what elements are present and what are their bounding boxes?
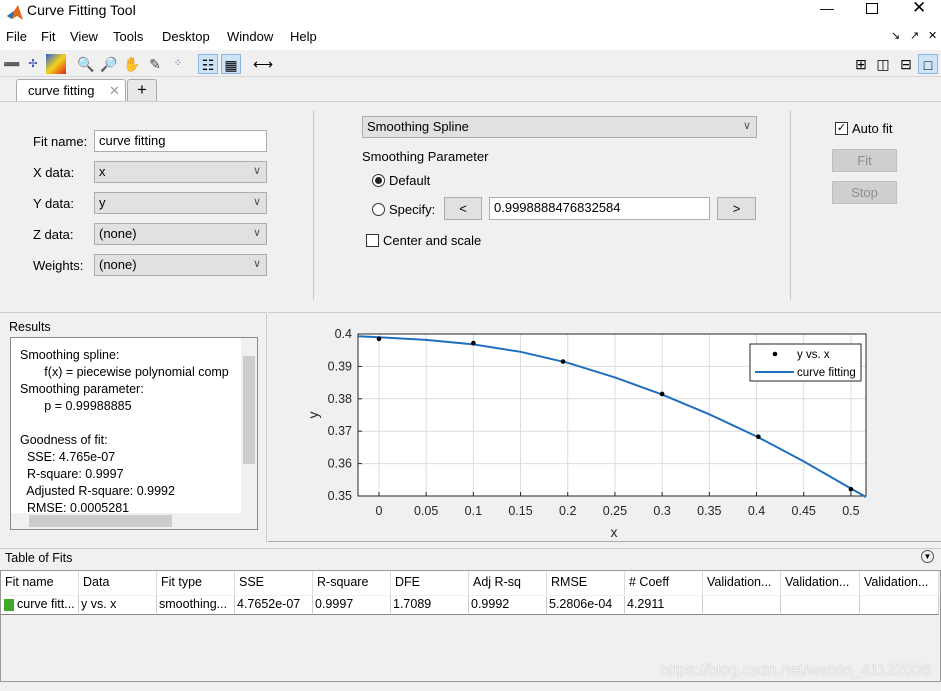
table-cell[interactable]: smoothing... <box>157 596 235 615</box>
cell-text: 1.7089 <box>393 597 432 611</box>
column-header[interactable]: RMSE <box>547 571 625 595</box>
legend-label: curve fitting <box>797 367 856 379</box>
x-tick-label: 0.4 <box>748 504 765 518</box>
cell-text: 0.9992 <box>471 597 510 611</box>
column-header[interactable]: Validation... <box>860 571 939 595</box>
cell-text: 0.9997 <box>315 597 354 611</box>
table-cell[interactable] <box>781 596 860 615</box>
table-cell[interactable]: 5.2806e-04 <box>547 596 625 615</box>
column-header[interactable]: Validation... <box>703 571 781 595</box>
x-tick-label: 0.2 <box>559 504 576 518</box>
x-tick-label: 0.35 <box>697 504 721 518</box>
fit-color-swatch <box>4 599 14 611</box>
data-point <box>560 359 566 364</box>
x-tick-label: 0.1 <box>465 504 482 518</box>
y-tick-label: 0.35 <box>328 489 352 503</box>
cell-text: curve fitt... <box>17 597 75 611</box>
x-tick-label: 0.05 <box>414 504 438 518</box>
table-cell[interactable] <box>703 596 781 615</box>
column-header[interactable]: Validation... <box>781 571 860 595</box>
table-cell[interactable]: y vs. x <box>79 596 157 615</box>
y-tick-label: 0.36 <box>328 457 352 471</box>
column-header[interactable]: Data <box>79 571 157 595</box>
data-point <box>471 340 476 346</box>
table-title: Table of Fits <box>5 551 73 565</box>
y-tick-label: 0.38 <box>328 392 352 406</box>
table-of-fits-header: Table of Fits ▼ <box>0 548 941 568</box>
cell-text: 4.2911 <box>627 597 665 611</box>
data-point <box>848 486 854 492</box>
x-tick-label: 0 <box>375 504 382 518</box>
table-cell[interactable]: 0.9992 <box>469 596 547 615</box>
column-header[interactable]: SSE <box>235 571 313 595</box>
table-cell[interactable]: 1.7089 <box>391 596 469 615</box>
y-tick-label: 0.39 <box>328 359 352 373</box>
cell-text: 4.7652e-07 <box>237 597 301 611</box>
legend-marker <box>772 351 778 357</box>
legend-label: y vs. x <box>797 349 830 361</box>
x-tick-label: 0.25 <box>603 504 627 518</box>
table-cell[interactable]: 4.7652e-07 <box>235 596 313 615</box>
data-point <box>756 434 761 440</box>
data-point <box>659 391 665 397</box>
x-tick-label: 0.5 <box>842 504 859 518</box>
cell-text: smoothing... <box>159 597 228 611</box>
table-cell[interactable]: 4.2911 <box>625 596 703 615</box>
cell-text: 5.2806e-04 <box>549 597 613 611</box>
x-axis-label: x <box>611 524 618 540</box>
column-header[interactable]: DFE <box>391 571 469 595</box>
y-tick-label: 0.37 <box>328 424 352 438</box>
column-header[interactable]: Adj R-sq <box>469 571 547 595</box>
watermark: https://blog.csdn.net/weixin_41122036 <box>660 662 932 679</box>
x-tick-label: 0.45 <box>792 504 816 518</box>
column-header[interactable]: Fit name <box>1 571 79 595</box>
cell-text: y vs. x <box>81 597 117 611</box>
column-header[interactable]: R-square <box>313 571 391 595</box>
x-tick-label: 0.3 <box>653 504 670 518</box>
column-header[interactable]: # Coeff <box>625 571 703 595</box>
data-point <box>376 336 382 342</box>
collapse-icon[interactable]: ▼ <box>921 550 934 563</box>
table-cell[interactable]: curve fitt... <box>1 596 79 615</box>
y-tick-label: 0.4 <box>335 327 352 341</box>
x-tick-label: 0.15 <box>508 504 532 518</box>
table-cell[interactable] <box>860 596 939 615</box>
table-cell[interactable]: 0.9997 <box>313 596 391 615</box>
column-header[interactable]: Fit type <box>157 571 235 595</box>
y-axis-label: y <box>305 412 321 419</box>
